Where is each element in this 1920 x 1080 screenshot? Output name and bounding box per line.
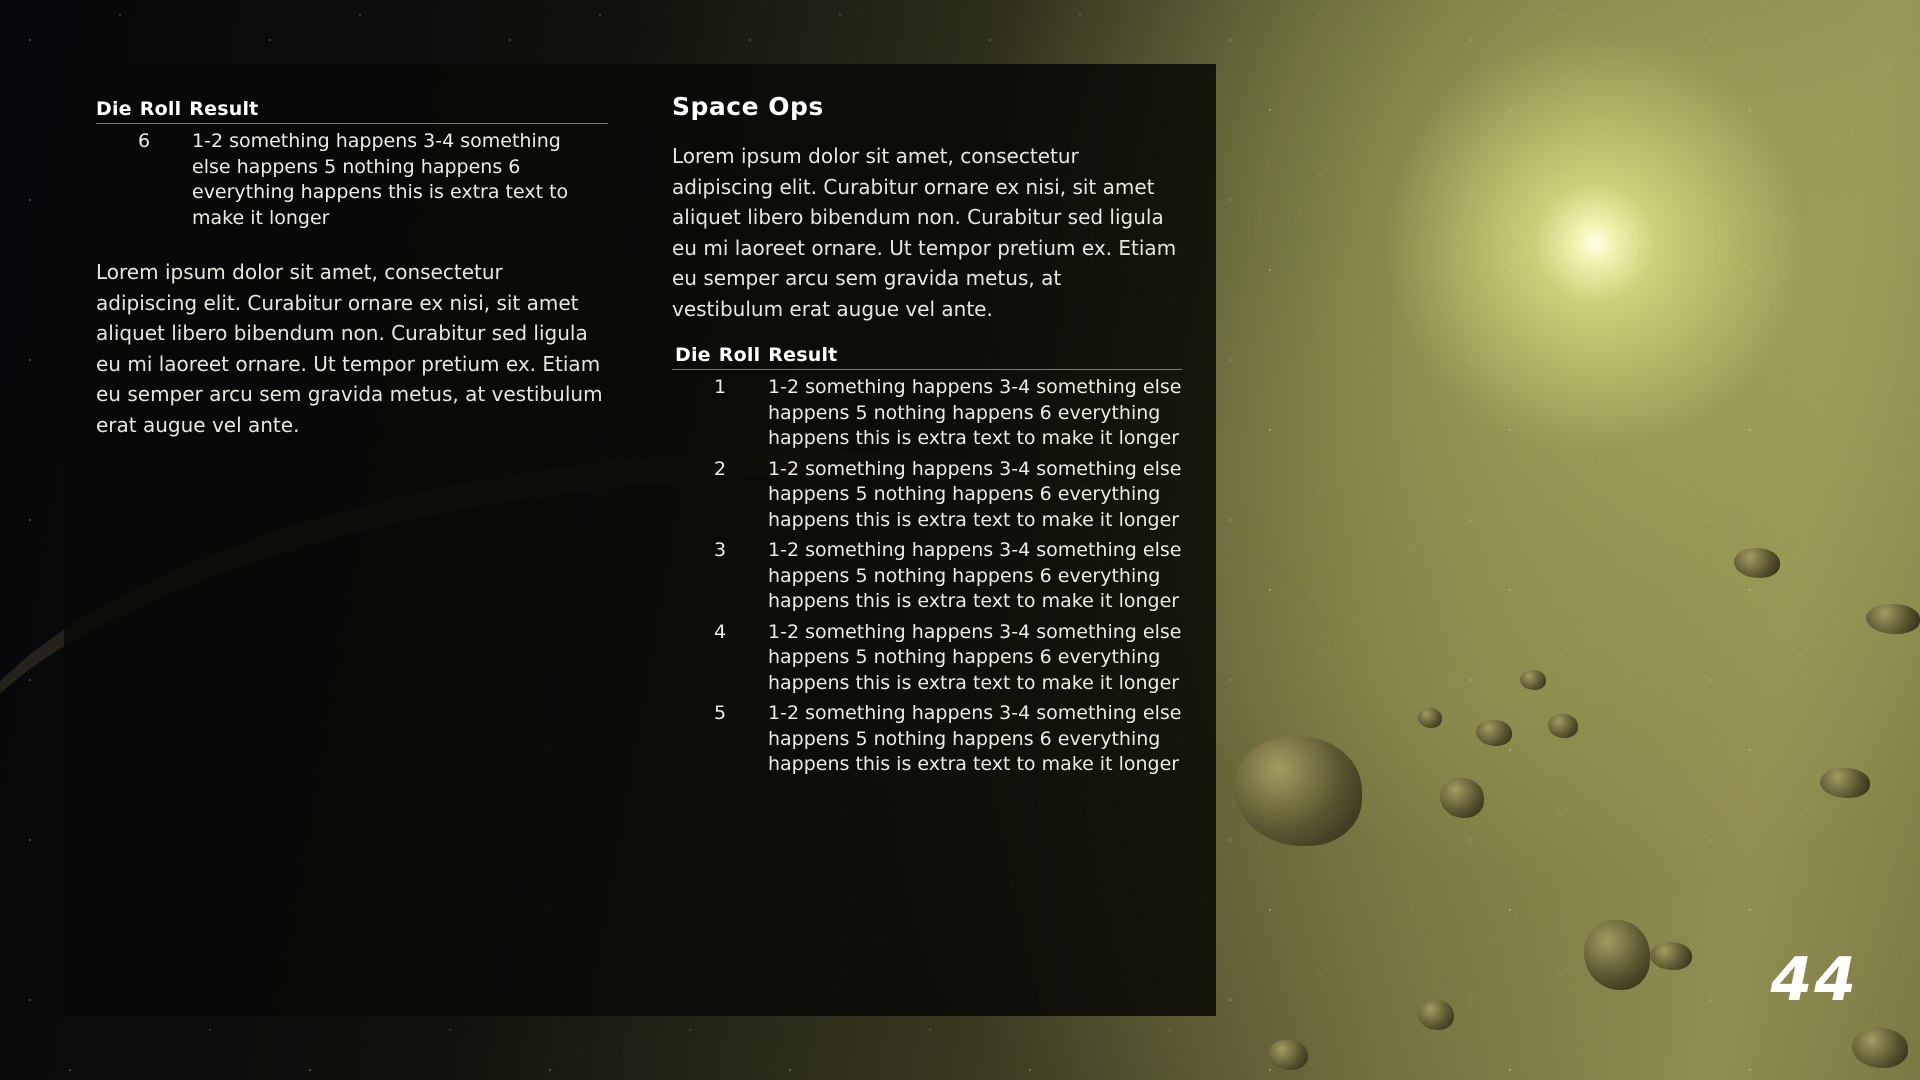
asteroid [1866,604,1920,634]
header-roll: Roll [139,98,182,120]
result-text: 1-2 something happens 3-4 something else… [768,457,1182,531]
page-title: Space Ops [672,92,824,121]
die-value: 6 [137,130,151,152]
table-row: 4 1-2 something happens 3-4 something el… [672,620,1182,697]
page-number: 44 [1770,945,1858,1015]
header-die: Die [675,344,711,366]
result-text: 1-2 something happens 3-4 something else… [768,702,1182,775]
right-table-header: Die Roll Result [672,344,1182,370]
die-value: 4 [713,620,727,643]
table-row: 2 1-2 something happens 3-4 something el… [672,457,1182,534]
asteroid [1520,670,1546,690]
header-result: Result [189,98,259,120]
left-body-paragraph: Lorem ipsum dolor sit amet, consectetur … [96,260,603,437]
result-text: 1-2 something happens 3-4 something else… [768,620,1182,694]
right-body-paragraph: Lorem ipsum dolor sit amet, consectetur … [672,144,1177,321]
die-value: 3 [713,539,727,561]
asteroid [1852,1028,1908,1068]
asteroid [1418,708,1442,728]
asteroid [1548,714,1578,738]
result-text: 1-2 something happens 3-4 something else… [768,539,1182,612]
die-value: 1 [713,376,727,398]
die-value: 5 [713,702,727,724]
header-die: Die [96,98,132,120]
table-row: 1 1-2 something happens 3-4 something el… [672,375,1182,452]
asteroid [1650,942,1692,970]
table-row: 3 1-2 something happens 3-4 something el… [672,538,1182,615]
header-roll: Roll [718,344,761,366]
header-result: Result [768,344,838,366]
result-text: 1-2 something happens 3-4 something else… [768,376,1182,449]
asteroid [1476,720,1512,746]
table-row: 5 1-2 something happens 3-4 something el… [672,701,1182,778]
asteroid [1268,1040,1308,1070]
asteroid [1418,1000,1454,1030]
asteroid [1734,548,1780,578]
asteroid [1440,778,1484,818]
left-table-header: Die Roll Result [96,98,608,124]
table-row: 6 1-2 something happens 3-4 something el… [96,129,608,231]
asteroid [1820,768,1870,798]
content-panel: Die Roll Result 6 1-2 something happens 3-… [64,64,1216,1016]
left-column: Die Roll Result 6 1-2 something happens 3-… [96,98,608,440]
result-text: 1-2 something happens 3-4 something else… [192,130,569,229]
die-value: 2 [713,457,727,480]
right-column: Space Ops Lorem ipsum dolor sit amet, co… [672,92,1182,778]
